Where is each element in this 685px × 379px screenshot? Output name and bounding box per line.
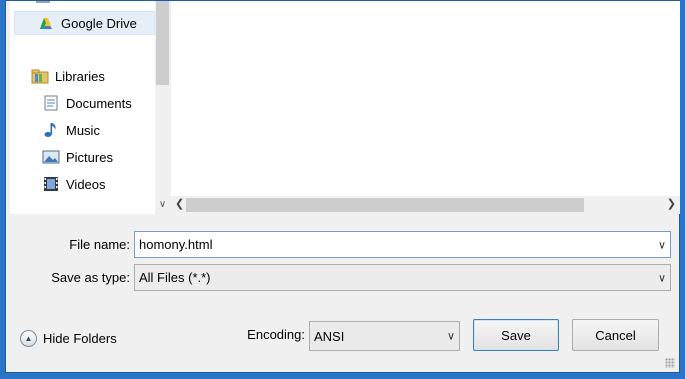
chevron-up-icon: ▲ [20, 330, 37, 347]
navigation-pane[interactable]: Google Drive Libraries Documents Music P… [10, 1, 155, 214]
music-icon [42, 122, 60, 138]
nav-item-label: Pictures [66, 149, 113, 165]
nav-item-label: Videos [66, 176, 106, 192]
cancel-button[interactable]: Cancel [572, 319, 659, 351]
videos-icon [42, 176, 60, 192]
chevron-down-icon[interactable]: ∨ [658, 238, 666, 251]
nav-item-pictures[interactable]: Pictures [42, 145, 113, 169]
savetype-select[interactable]: All Files (*.*) ∨ [134, 264, 671, 291]
nav-item-label: Documents [66, 95, 132, 111]
google-drive-icon [37, 15, 55, 31]
nav-item-documents[interactable]: Documents [42, 91, 132, 115]
nav-vertical-scrollbar[interactable]: ∨ [155, 1, 170, 214]
nav-item-google-drive[interactable]: Google Drive [14, 11, 155, 35]
save-as-dialog: Google Drive Libraries Documents Music P… [5, 0, 680, 373]
file-list-horizontal-scrollbar[interactable]: ❮ ❯ [171, 196, 680, 214]
nav-item-libraries[interactable]: Libraries [31, 64, 105, 88]
nav-item-label: Music [66, 122, 100, 138]
scrollbar-thumb[interactable] [186, 198, 584, 212]
hide-folders-button[interactable]: ▲ Hide Folders [20, 330, 117, 347]
chevron-down-icon[interactable]: ∨ [447, 330, 455, 343]
filename-value[interactable]: homony.html [139, 237, 212, 252]
scroll-left-arrow-icon[interactable]: ❮ [175, 197, 184, 210]
encoding-label: Encoding: [247, 327, 305, 342]
pictures-icon [42, 149, 60, 165]
file-list-pane[interactable] [171, 1, 680, 196]
encoding-select[interactable]: ANSI ∨ [309, 321, 460, 351]
chevron-down-icon[interactable]: ∨ [658, 271, 666, 284]
encoding-value: ANSI [314, 328, 345, 344]
documents-icon [42, 95, 60, 111]
filename-input[interactable]: homony.html ∨ [134, 231, 671, 258]
nav-item-label: Libraries [55, 68, 105, 84]
hide-folders-label: Hide Folders [43, 331, 117, 346]
filename-label: File name: [69, 237, 130, 252]
nav-item-videos[interactable]: Videos [42, 172, 106, 196]
clipped-item [36, 1, 155, 5]
save-button[interactable]: Save [473, 319, 559, 351]
libraries-icon [31, 68, 49, 84]
nav-item-label: Google Drive [61, 15, 137, 31]
save-button-label: Save [501, 327, 531, 343]
scroll-right-arrow-icon[interactable]: ❯ [667, 197, 676, 210]
savetype-value: All Files (*.*) [139, 270, 211, 285]
savetype-label: Save as type: [51, 270, 130, 285]
cancel-button-label: Cancel [595, 327, 636, 343]
scrollbar-thumb[interactable] [156, 1, 169, 85]
resize-grip-icon[interactable] [665, 358, 675, 368]
nav-item-music[interactable]: Music [42, 118, 100, 142]
scroll-down-arrow-icon[interactable]: ∨ [155, 199, 170, 210]
